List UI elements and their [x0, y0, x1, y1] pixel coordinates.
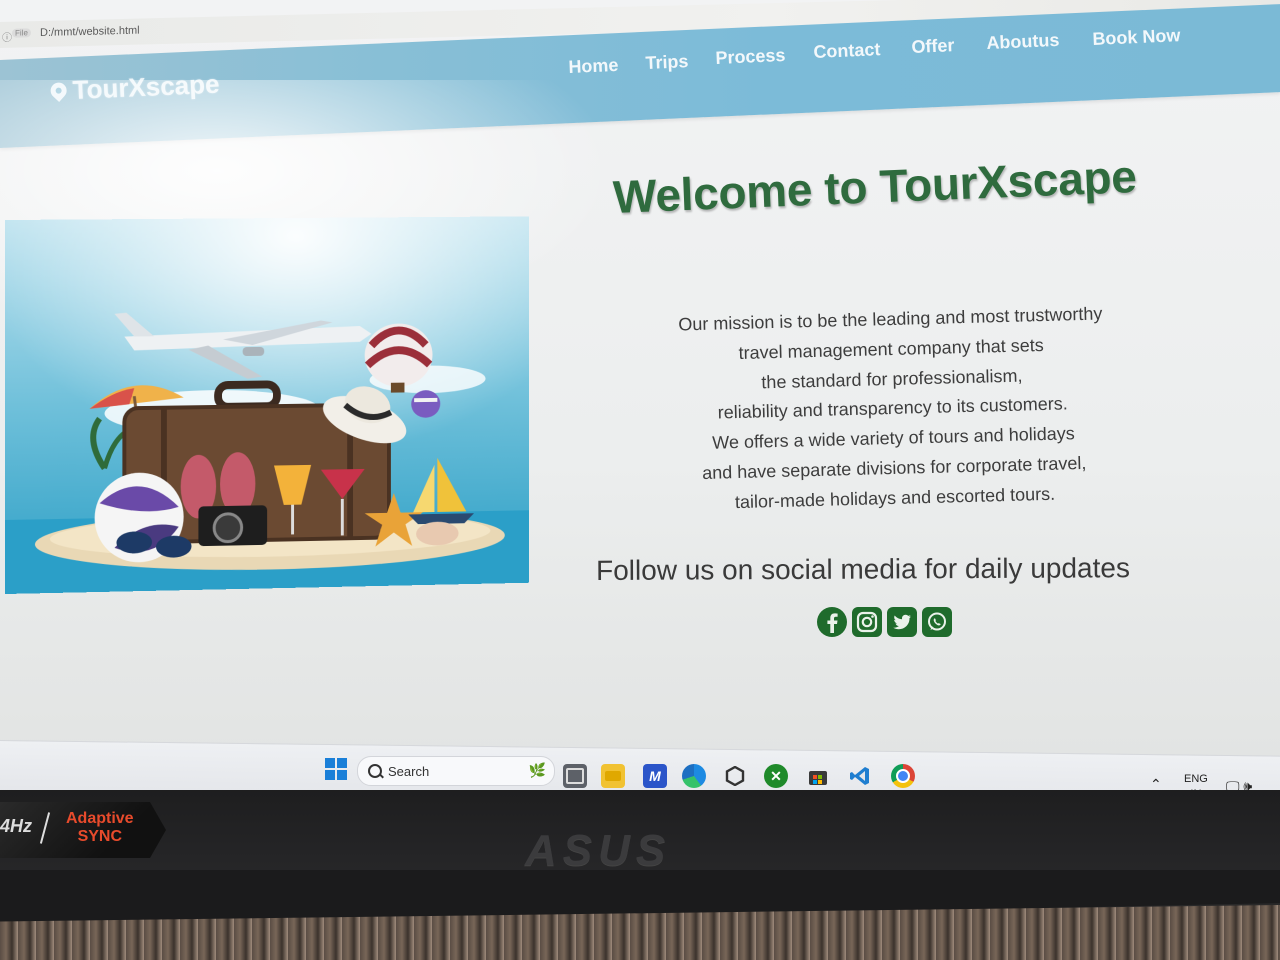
adaptive-sync-label: Adaptive SYNC — [66, 810, 134, 846]
facebook-icon[interactable] — [816, 606, 848, 638]
vscode-icon[interactable] — [848, 764, 872, 788]
brand-name: TourXscape — [71, 68, 221, 106]
social-follow-heading: Follow us on social media for daily upda… — [596, 552, 1130, 586]
search-highlight-icon: 🌿 — [528, 762, 546, 778]
info-icon: ⓘ — [2, 32, 12, 44]
asus-logo: ASUS — [525, 826, 672, 875]
nav-book-now[interactable]: Book Now — [1092, 25, 1181, 50]
task-view-icon[interactable] — [563, 764, 587, 788]
nav-trips[interactable]: Trips — [645, 51, 689, 74]
instagram-icon[interactable] — [851, 606, 883, 638]
chrome-icon[interactable] — [891, 764, 915, 788]
protocol-badge: File — [12, 28, 31, 38]
taskbar-search[interactable]: Search 🌿 — [357, 756, 555, 786]
page-title: Welcome to TourXscape — [612, 149, 1138, 223]
nav-offer[interactable]: Offer — [911, 35, 955, 58]
whatsapp-icon[interactable] — [921, 606, 953, 638]
file-explorer-icon[interactable] — [601, 764, 625, 788]
nav-home[interactable]: Home — [568, 55, 619, 78]
nav-process[interactable]: Process — [715, 45, 786, 69]
edge-icon[interactable] — [682, 764, 706, 788]
location-pin-icon — [47, 78, 70, 102]
monitor-screen: ⓘ File D:/mmt/website.html TourXscape Ho… — [0, 0, 1280, 760]
mission-statement: Our mission is to be the leading and mos… — [640, 298, 1145, 520]
adaptive-text: Adaptive — [66, 810, 134, 827]
ms-store-icon[interactable] — [806, 764, 830, 788]
language-code: ENG — [1184, 773, 1208, 785]
nav-aboutus[interactable]: Aboutus — [986, 30, 1060, 54]
twitter-icon[interactable] — [886, 606, 918, 638]
search-icon — [368, 764, 382, 778]
windows-start-icon[interactable] — [325, 758, 347, 780]
app-hexagon-icon[interactable] — [723, 764, 747, 788]
vscode-blue-icon[interactable]: M — [643, 764, 667, 788]
url-text[interactable]: D:/mmt/website.html — [40, 25, 140, 39]
social-links — [816, 606, 953, 638]
taskbar-search-label: Search — [388, 763, 430, 779]
nav-contact[interactable]: Contact — [813, 39, 881, 63]
sync-text: SYNC — [77, 828, 123, 845]
travel-hero-image — [5, 216, 529, 594]
refresh-rate-label: 4Hz — [0, 816, 33, 836]
xbox-icon[interactable]: ✕ — [764, 764, 788, 788]
